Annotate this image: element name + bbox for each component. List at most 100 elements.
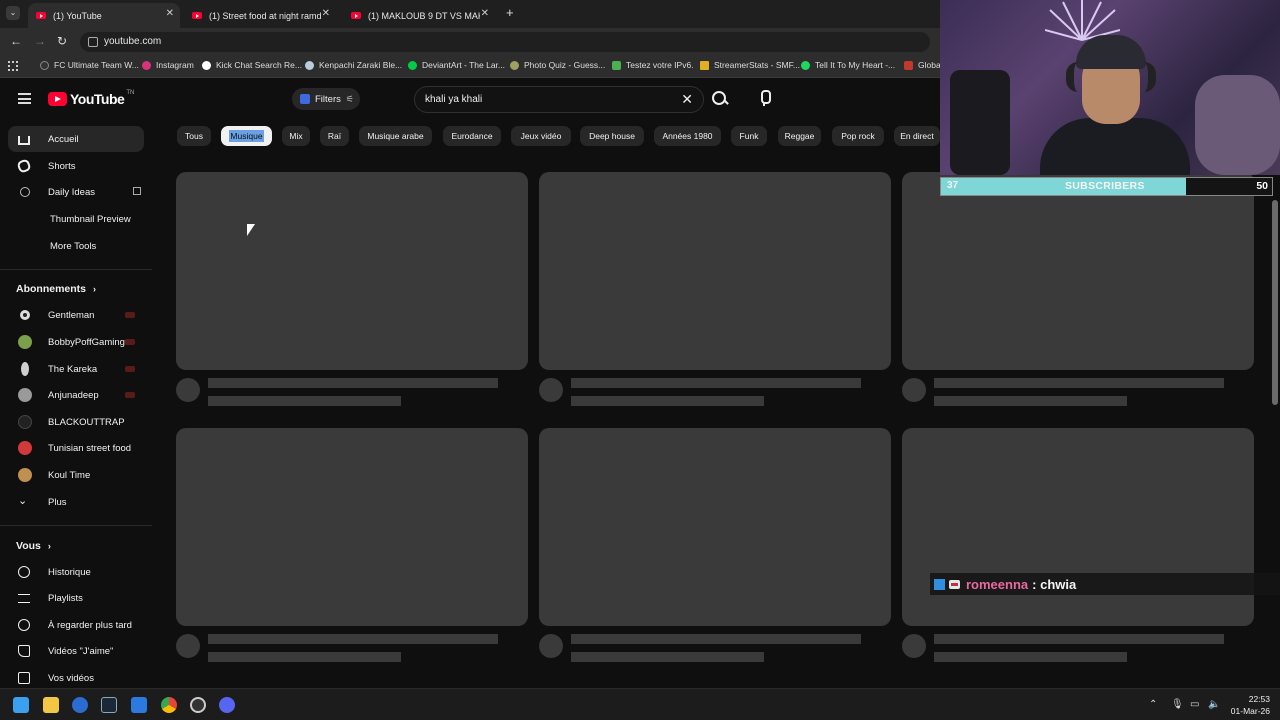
forward-icon[interactable]: → <box>34 34 46 48</box>
page-scrollbar[interactable] <box>1272 200 1278 405</box>
bookmark-item[interactable]: Testez votre IPv6. <box>612 60 694 70</box>
bookmark-favicon-icon <box>904 60 913 70</box>
youtube-logo[interactable]: YouTube TN <box>48 90 135 107</box>
bulb-icon <box>20 187 30 197</box>
bookmark-item[interactable]: Photo Quiz - Guess... <box>510 60 605 70</box>
microphone-tray-icon[interactable]: 🎙 <box>1171 699 1184 710</box>
meta-placeholder <box>934 396 1127 406</box>
menu-icon[interactable] <box>18 93 31 104</box>
chip-jeux-video[interactable]: Jeux vidéo <box>511 126 571 146</box>
sidebar-item-playlists[interactable]: Playlists <box>8 585 144 611</box>
sidebar-item-shorts[interactable]: Shorts <box>8 153 144 179</box>
video-thumbnail-placeholder[interactable] <box>176 172 528 370</box>
app-icon[interactable] <box>131 697 147 713</box>
tab-list-icon[interactable]: ⌄ <box>6 6 20 20</box>
bookmark-item[interactable]: DeviantArt - The Lar... <box>408 60 505 70</box>
sidebar-item-historique[interactable]: Historique <box>8 559 144 585</box>
display-tray-icon[interactable]: ▭ <box>1190 699 1199 710</box>
chip-mix[interactable]: Mix <box>282 126 310 146</box>
steam-icon[interactable] <box>101 697 117 713</box>
bookmark-item[interactable]: Instagram <box>142 60 194 70</box>
close-tab-icon[interactable]: ✕ <box>481 8 489 19</box>
sidebar-item-plus[interactable]: ⌄ Plus <box>8 489 144 515</box>
bookmark-item[interactable]: Tell It To My Heart -... <box>801 60 895 70</box>
system-clock[interactable]: 22:53 01-Mar-26 <box>1231 693 1270 717</box>
tray-overflow-icon[interactable]: ⌃ <box>1149 699 1157 710</box>
chip-pop-rock[interactable]: Pop rock <box>832 126 884 146</box>
video-thumbnail-placeholder[interactable] <box>902 428 1254 626</box>
sidebar-item-label: Daily Ideas <box>48 186 95 198</box>
bookmark-label: Kenpachi Zaraki Ble... <box>319 60 403 70</box>
chair <box>950 70 1010 175</box>
file-explorer-icon[interactable] <box>43 697 59 713</box>
bookmark-item[interactable]: Kick Chat Search Re... <box>202 60 302 70</box>
title-placeholder <box>571 634 861 644</box>
sidebar-item-accueil[interactable]: Accueil <box>8 126 144 152</box>
back-icon[interactable]: ← <box>10 34 22 48</box>
chip-en-direct[interactable]: En direct <box>894 126 940 146</box>
chevron-right-icon: › <box>92 284 96 294</box>
bookmark-item[interactable]: StreamerStats - SMF... <box>700 60 800 70</box>
sidebar-item-watch-later[interactable]: À regarder plus tard <box>8 612 144 638</box>
subscription-item[interactable]: The Kareka <box>8 356 144 382</box>
close-tab-icon[interactable]: ✕ <box>322 8 330 19</box>
chip-label: Musique <box>229 130 264 142</box>
bookmark-item[interactable]: Kenpachi Zaraki Ble... <box>305 60 402 70</box>
volume-icon[interactable]: 🔈 <box>1208 699 1220 710</box>
close-tab-icon[interactable]: ✕ <box>166 8 174 19</box>
discord-icon[interactable] <box>219 697 235 713</box>
chip-deep-house[interactable]: Deep house <box>580 126 644 146</box>
bookmark-item[interactable]: FC Ultimate Team W... <box>40 60 139 70</box>
address-bar[interactable]: youtube.com <box>80 32 930 52</box>
video-thumbnail-placeholder[interactable] <box>539 172 891 370</box>
background-decor <box>1195 75 1280 175</box>
microphone-icon[interactable] <box>759 90 771 106</box>
chip-reggae[interactable]: Reggae <box>778 126 821 146</box>
search-icon[interactable] <box>710 89 730 109</box>
sidebar-item-liked-videos[interactable]: Vidéos "J'aime" <box>8 638 144 664</box>
sidebar-item-thumbnail-preview[interactable]: Thumbnail Preview <box>8 206 144 232</box>
subscription-item[interactable]: Anjunadeep <box>8 382 144 408</box>
sidebar-item-more-tools[interactable]: More Tools <box>8 233 144 259</box>
chip-rai[interactable]: Raï <box>320 126 349 146</box>
channel-avatar-placeholder <box>176 378 200 402</box>
sidebar-item-daily-ideas[interactable]: Daily Ideas <box>8 179 144 205</box>
browser-tab-youtube[interactable]: (1) YouTube ✕ <box>28 3 180 28</box>
chip-funk[interactable]: Funk <box>731 126 767 146</box>
browser-tab-makloub[interactable]: (1) MAKLOUB 9 DT VS MAKLOUB ✕ <box>343 3 495 28</box>
chip-musique-arabe[interactable]: Musique arabe <box>359 126 432 146</box>
history-icon <box>18 566 30 578</box>
country-code: TN <box>126 90 135 96</box>
apps-grid-icon[interactable] <box>8 61 18 71</box>
video-thumbnail-placeholder[interactable] <box>539 428 891 626</box>
sidebar-item-label: Historique <box>48 566 91 578</box>
subscription-item[interactable]: BLACKOUTTRAP <box>8 409 144 435</box>
title-placeholder <box>208 634 498 644</box>
search-input[interactable]: khali ya khali ✕ <box>414 86 704 113</box>
subscription-item[interactable]: Gentleman <box>8 302 144 328</box>
playlist-icon <box>18 594 30 603</box>
browser-tab-street-food[interactable]: (1) Street food at night ramdhan ✕ <box>184 3 336 28</box>
chip-eurodance[interactable]: Eurodance <box>443 126 501 146</box>
chip-musique[interactable]: Musique <box>221 126 272 146</box>
reload-icon[interactable]: ↻ <box>57 34 67 48</box>
subscription-item[interactable]: Tunisian street food <box>8 435 144 461</box>
chip-tous[interactable]: Tous <box>177 126 211 146</box>
subscription-item[interactable]: BobbyPoffGaming <box>8 329 144 355</box>
you-heading[interactable]: Vous › <box>16 540 51 552</box>
outlook-icon[interactable] <box>72 697 88 713</box>
clear-search-icon[interactable]: ✕ <box>681 87 693 112</box>
windows-start-icon[interactable] <box>13 697 29 713</box>
filters-button[interactable]: Filters ⚟ <box>292 88 360 110</box>
chrome-icon[interactable] <box>161 697 177 713</box>
bookmark-item[interactable]: Globa <box>904 60 941 70</box>
video-thumbnail-placeholder[interactable] <box>176 428 528 626</box>
site-info-icon[interactable] <box>88 37 98 47</box>
chip-annees-1980[interactable]: Années 1980 <box>654 126 721 146</box>
video-thumbnail-placeholder[interactable] <box>902 172 1254 370</box>
shorts-icon <box>16 158 32 174</box>
subscription-item[interactable]: Koul Time <box>8 462 144 488</box>
new-tab-icon[interactable]: + <box>506 5 514 20</box>
subscriptions-heading[interactable]: Abonnements › <box>16 283 96 295</box>
obs-icon[interactable] <box>190 697 206 713</box>
